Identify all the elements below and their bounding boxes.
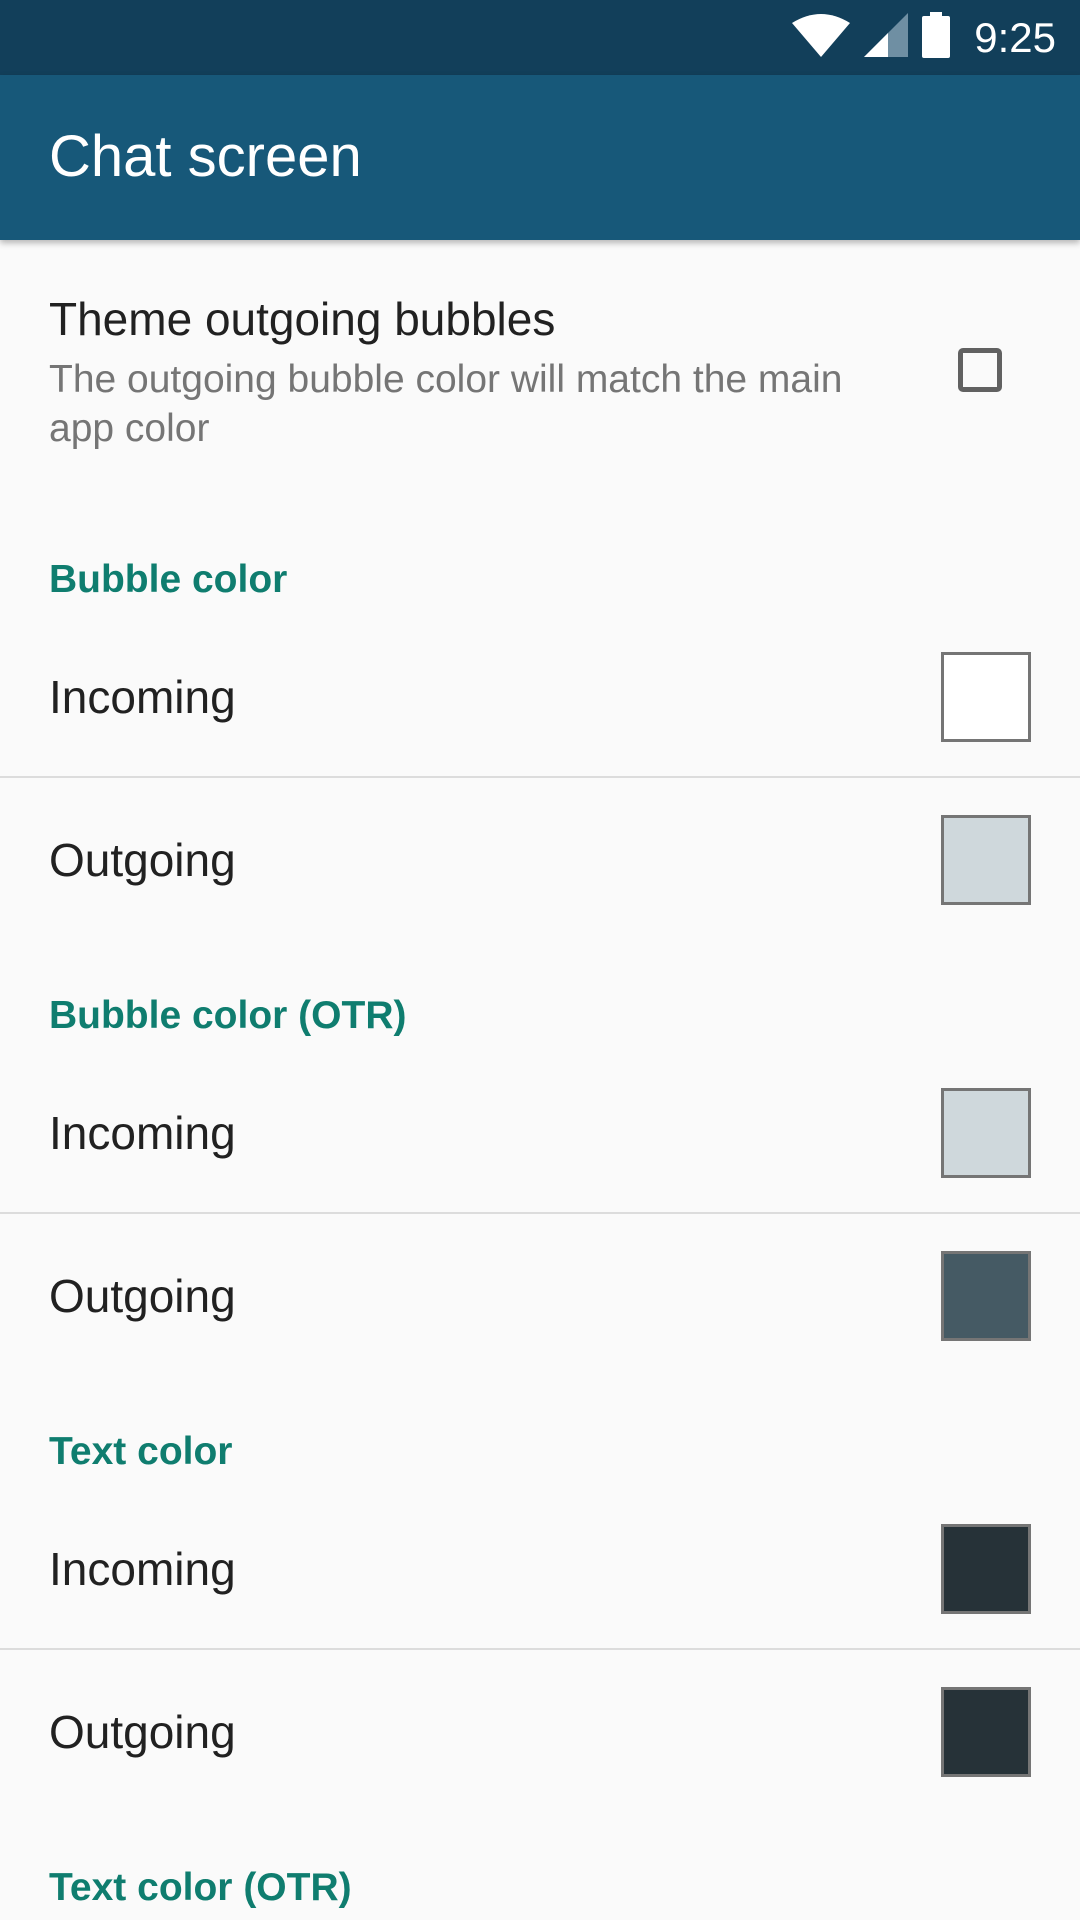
bubble-color-otr-outgoing[interactable]: Outgoing <box>0 1214 1080 1377</box>
color-swatch[interactable] <box>941 1087 1031 1178</box>
app-bar: Chat screen <box>0 75 1080 240</box>
status-time: 9:25 <box>974 13 1056 61</box>
setting-label: Incoming <box>49 1106 236 1159</box>
category-text-color: Text color <box>49 1430 233 1473</box>
wifi-icon <box>792 13 851 62</box>
color-swatch[interactable] <box>941 1250 1031 1341</box>
battery-icon <box>922 12 951 63</box>
settings-list: Theme outgoing bubbles The outgoing bubb… <box>0 240 1080 1920</box>
bubble-color-outgoing[interactable]: Outgoing <box>0 778 1080 941</box>
setting-label: Outgoing <box>49 833 236 886</box>
status-bar: 9:25 <box>0 0 1080 75</box>
category-text-color-otr: Text color (OTR) <box>49 1866 352 1909</box>
color-swatch[interactable] <box>941 1523 1031 1614</box>
setting-summary: The outgoing bubble color will match the… <box>49 358 843 450</box>
text-color-incoming[interactable]: Incoming <box>0 1487 1080 1650</box>
setting-label: Outgoing <box>49 1269 236 1322</box>
color-swatch[interactable] <box>941 814 1031 905</box>
bubble-color-incoming[interactable]: Incoming <box>0 615 1080 778</box>
setting-title: Theme outgoing bubbles <box>49 293 556 345</box>
category-bubble-color: Bubble color <box>49 558 288 601</box>
status-icons: 9:25 <box>792 0 1056 75</box>
color-swatch[interactable] <box>941 651 1031 742</box>
text-color-outgoing[interactable]: Outgoing <box>0 1650 1080 1813</box>
color-swatch[interactable] <box>941 1686 1031 1777</box>
bubble-color-otr-incoming[interactable]: Incoming <box>0 1051 1080 1214</box>
setting-label: Outgoing <box>49 1705 236 1758</box>
setting-label: Incoming <box>49 1542 236 1595</box>
setting-label: Incoming <box>49 670 236 723</box>
page-title: Chat screen <box>49 124 362 189</box>
signal-icon <box>864 13 909 62</box>
category-bubble-color-otr: Bubble color (OTR) <box>49 994 407 1037</box>
theme-outgoing-bubbles-checkbox[interactable] <box>958 348 1002 392</box>
theme-outgoing-bubbles-setting[interactable]: Theme outgoing bubbles The outgoing bubb… <box>0 240 1080 500</box>
